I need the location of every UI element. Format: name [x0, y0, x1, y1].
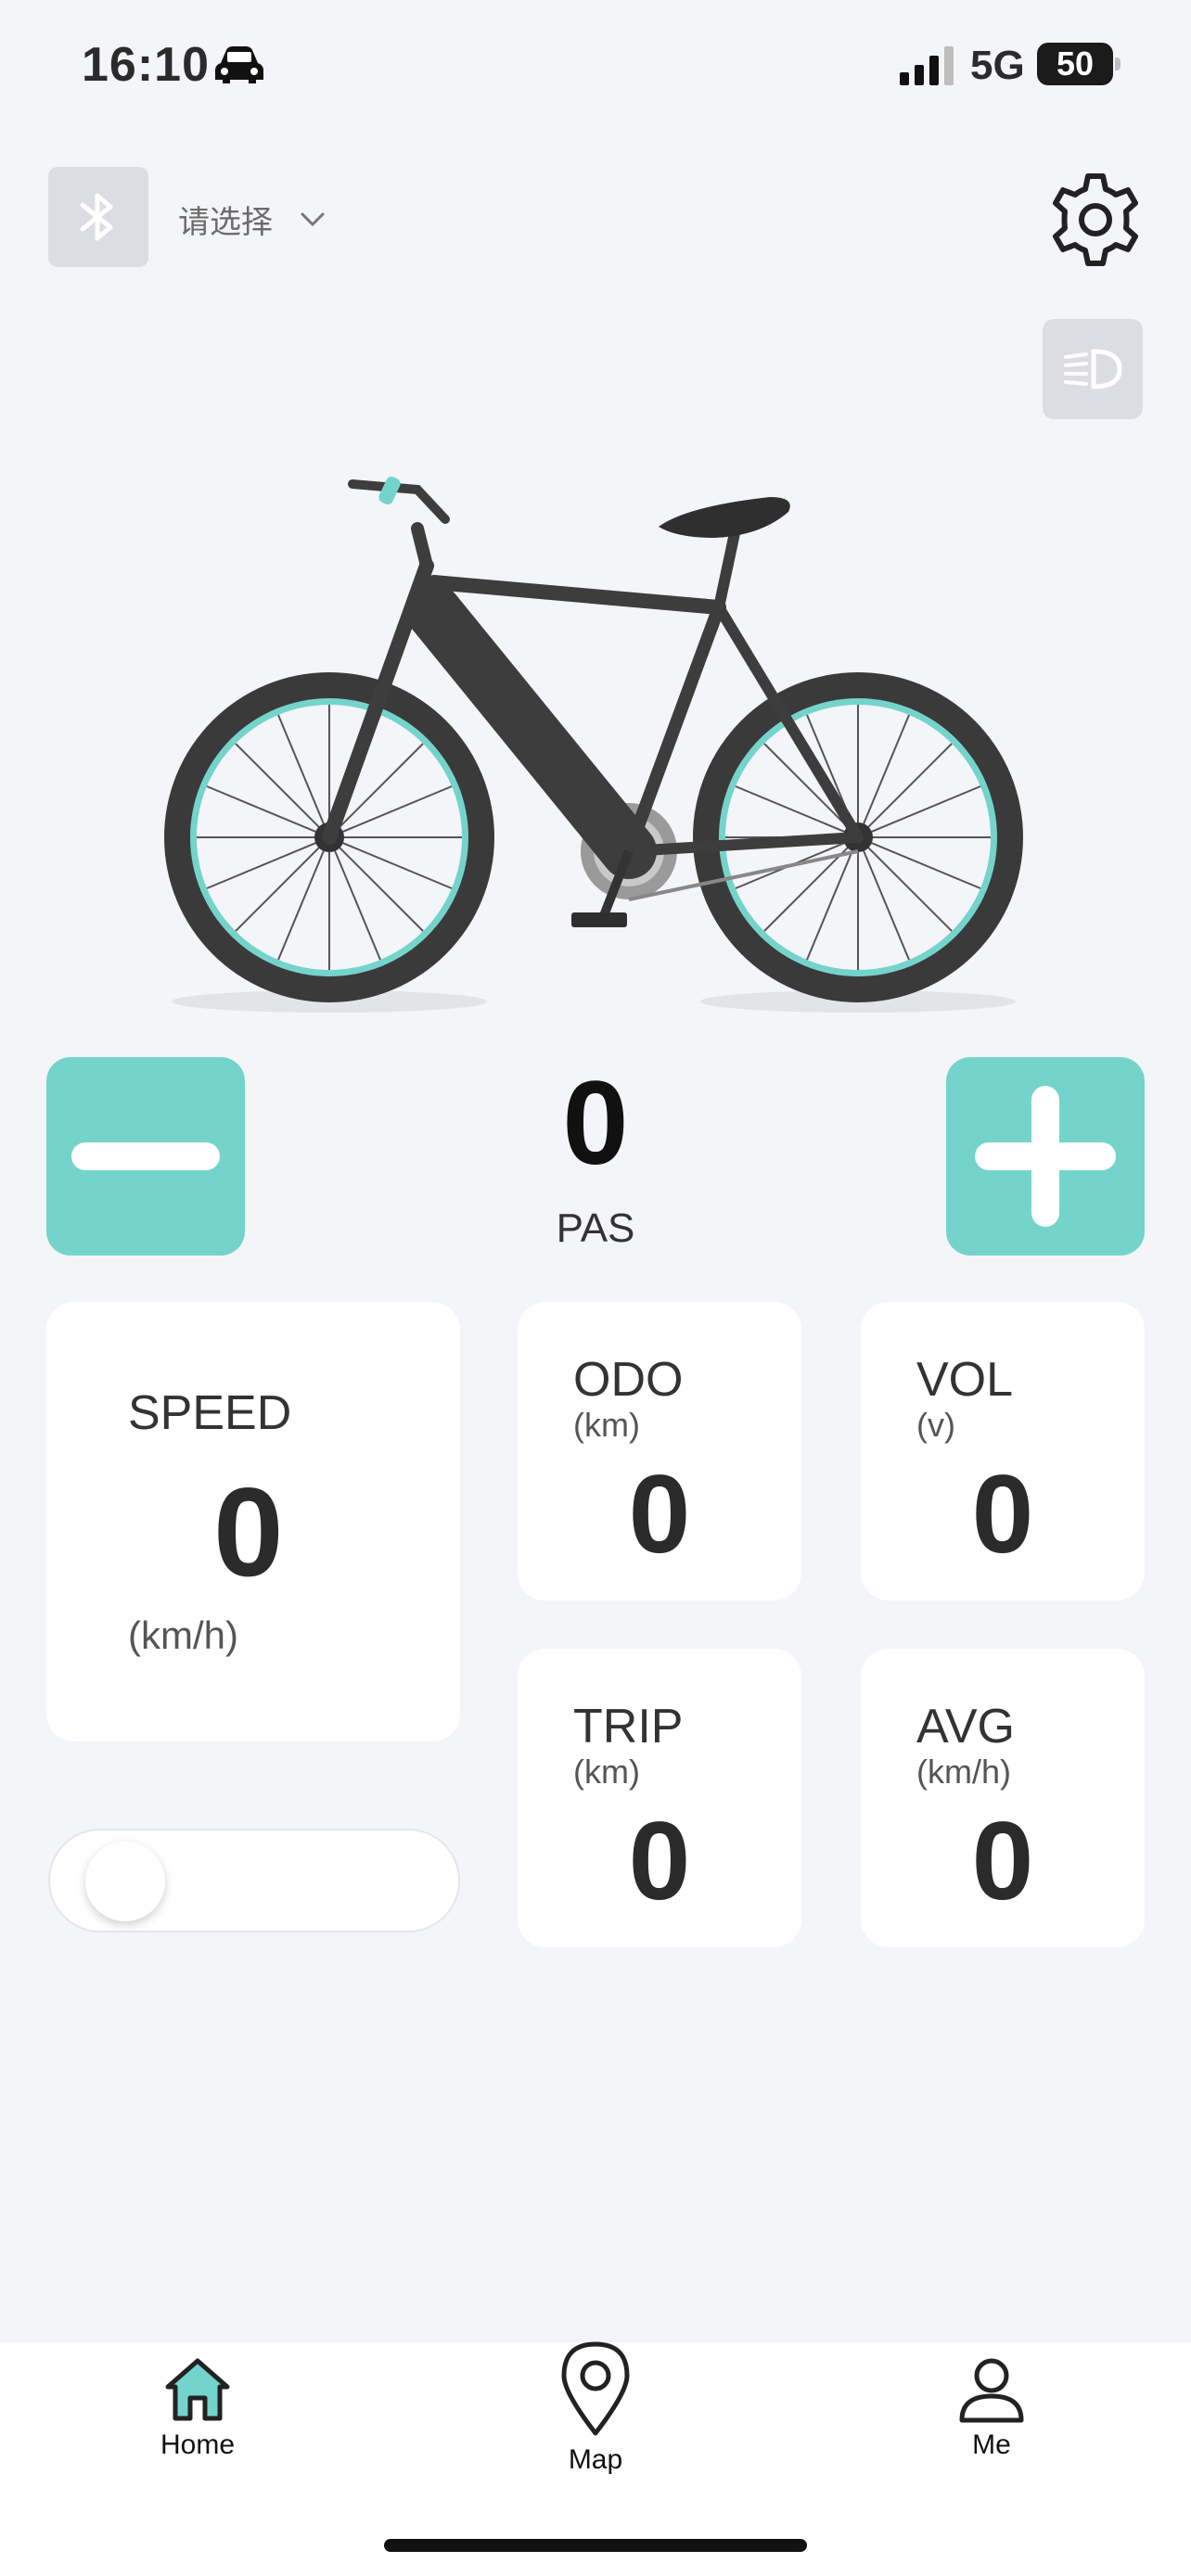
odo-unit: (km)	[573, 1406, 640, 1444]
odo-value: 0	[628, 1452, 691, 1576]
device-select[interactable]: 请选择	[178, 191, 327, 247]
speed-value: 0	[213, 1461, 284, 1602]
vol-card: VOL (v) 0	[861, 1302, 1145, 1600]
home-icon	[165, 2358, 230, 2421]
headlight-icon	[1064, 349, 1122, 389]
map-pin-icon	[561, 2341, 630, 2436]
bike-illustration	[164, 476, 1023, 1013]
status-time: 16:10	[82, 38, 210, 92]
avg-value: 0	[971, 1799, 1034, 1923]
nav-home-label: Home	[160, 2429, 236, 2460]
car-icon	[215, 46, 263, 83]
pas-decrease-button[interactable]	[46, 1057, 245, 1256]
pas-label: PAS	[556, 1205, 635, 1251]
vol-unit: (v)	[916, 1406, 955, 1444]
bluetooth-button[interactable]	[48, 167, 148, 267]
battery-cap	[1115, 57, 1121, 70]
avg-card: AVG (km/h) 0	[861, 1649, 1145, 1947]
person-icon	[959, 2358, 1024, 2423]
avg-title: AVG	[916, 1700, 1015, 1753]
speed-card: SPEED 0 (km/h)	[46, 1302, 460, 1741]
bluetooth-icon	[80, 193, 113, 241]
avg-unit: (km/h)	[916, 1753, 1011, 1791]
minus-icon	[71, 1142, 220, 1170]
pas-level-value: 0	[562, 1057, 629, 1190]
vol-value: 0	[971, 1452, 1034, 1576]
device-select-label: 请选择	[178, 204, 273, 240]
gear-icon[interactable]	[1044, 169, 1146, 271]
pas-increase-button[interactable]	[946, 1057, 1145, 1256]
chevron-down-icon	[301, 212, 325, 227]
signal-icon	[900, 46, 954, 85]
plus-icon	[975, 1086, 1116, 1227]
speed-unit: (km/h)	[128, 1613, 238, 1657]
nav-me[interactable]: Me	[899, 2355, 1084, 2461]
headlight-button[interactable]	[1043, 319, 1143, 419]
nav-map-label: Map	[568, 2444, 623, 2475]
trip-title: TRIP	[573, 1700, 684, 1753]
network-type: 5G	[970, 43, 1025, 88]
toggle-switch[interactable]	[48, 1829, 460, 1932]
odo-card: ODO (km) 0	[518, 1302, 801, 1600]
trip-unit: (km)	[573, 1753, 640, 1791]
speed-title: SPEED	[128, 1386, 292, 1440]
battery-indicator: 50	[1037, 43, 1113, 85]
nav-map[interactable]: Map	[503, 2340, 688, 2476]
nav-me-label: Me	[972, 2429, 1011, 2460]
odo-title: ODO	[573, 1353, 684, 1407]
trip-card: TRIP (km) 0	[518, 1649, 801, 1947]
trip-value: 0	[628, 1799, 691, 1923]
vol-title: VOL	[916, 1353, 1014, 1407]
toggle-knob[interactable]	[85, 1842, 165, 1921]
nav-home[interactable]: Home	[105, 2355, 290, 2461]
home-indicator	[384, 2539, 807, 2552]
